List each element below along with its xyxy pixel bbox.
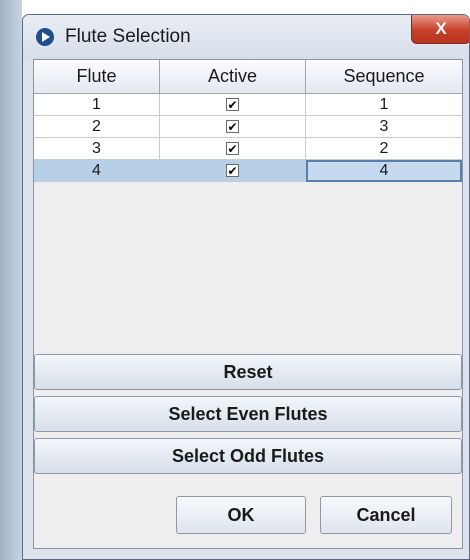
- sequence-cell[interactable]: 1: [306, 94, 462, 116]
- checkmark-icon: ✔: [227, 119, 238, 134]
- sequence-cell-focused[interactable]: 4: [306, 160, 462, 182]
- active-cell[interactable]: ✔: [160, 116, 306, 138]
- active-checkbox[interactable]: ✔: [226, 98, 239, 111]
- reset-button[interactable]: Reset: [34, 354, 462, 390]
- flute-table: Flute Active Sequence 1 ✔ 1 2 ✔ 3 3 ✔ 2 …: [34, 60, 462, 182]
- app-icon: [36, 28, 54, 46]
- active-cell[interactable]: ✔: [160, 160, 306, 182]
- table-row-selected[interactable]: 4 ✔ 4: [34, 160, 462, 182]
- active-cell[interactable]: ✔: [160, 138, 306, 160]
- column-header-sequence[interactable]: Sequence: [306, 60, 462, 94]
- checkmark-icon: ✔: [227, 97, 238, 112]
- dialog-content: Flute Active Sequence 1 ✔ 1 2 ✔ 3 3 ✔ 2 …: [33, 59, 463, 549]
- column-header-active[interactable]: Active: [160, 60, 306, 94]
- column-header-flute[interactable]: Flute: [34, 60, 160, 94]
- active-checkbox[interactable]: ✔: [226, 120, 239, 133]
- close-icon: X: [435, 19, 447, 38]
- window-title: Flute Selection: [65, 26, 191, 47]
- active-checkbox[interactable]: ✔: [226, 164, 239, 177]
- ok-button[interactable]: OK: [176, 496, 306, 534]
- flute-cell[interactable]: 2: [34, 116, 160, 138]
- flute-cell[interactable]: 1: [34, 94, 160, 116]
- checkmark-icon: ✔: [227, 141, 238, 156]
- flute-cell[interactable]: 3: [34, 138, 160, 160]
- table-row[interactable]: 1 ✔ 1: [34, 94, 462, 116]
- checkmark-icon: ✔: [227, 163, 238, 178]
- title-bar[interactable]: Flute Selection X: [23, 15, 469, 59]
- sequence-cell[interactable]: 3: [306, 116, 462, 138]
- close-button[interactable]: X: [411, 15, 469, 44]
- active-checkbox[interactable]: ✔: [226, 142, 239, 155]
- background-window-edge: [0, 0, 22, 560]
- table-row[interactable]: 2 ✔ 3: [34, 116, 462, 138]
- sequence-cell[interactable]: 2: [306, 138, 462, 160]
- flute-cell[interactable]: 4: [34, 160, 160, 182]
- table-header-row: Flute Active Sequence: [34, 60, 462, 94]
- active-cell[interactable]: ✔: [160, 94, 306, 116]
- select-odd-flutes-button[interactable]: Select Odd Flutes: [34, 438, 462, 474]
- select-even-flutes-button[interactable]: Select Even Flutes: [34, 396, 462, 432]
- flute-selection-dialog: Flute Selection X Flute Active Sequence …: [22, 14, 470, 560]
- cancel-button[interactable]: Cancel: [320, 496, 452, 534]
- table-row[interactable]: 3 ✔ 2: [34, 138, 462, 160]
